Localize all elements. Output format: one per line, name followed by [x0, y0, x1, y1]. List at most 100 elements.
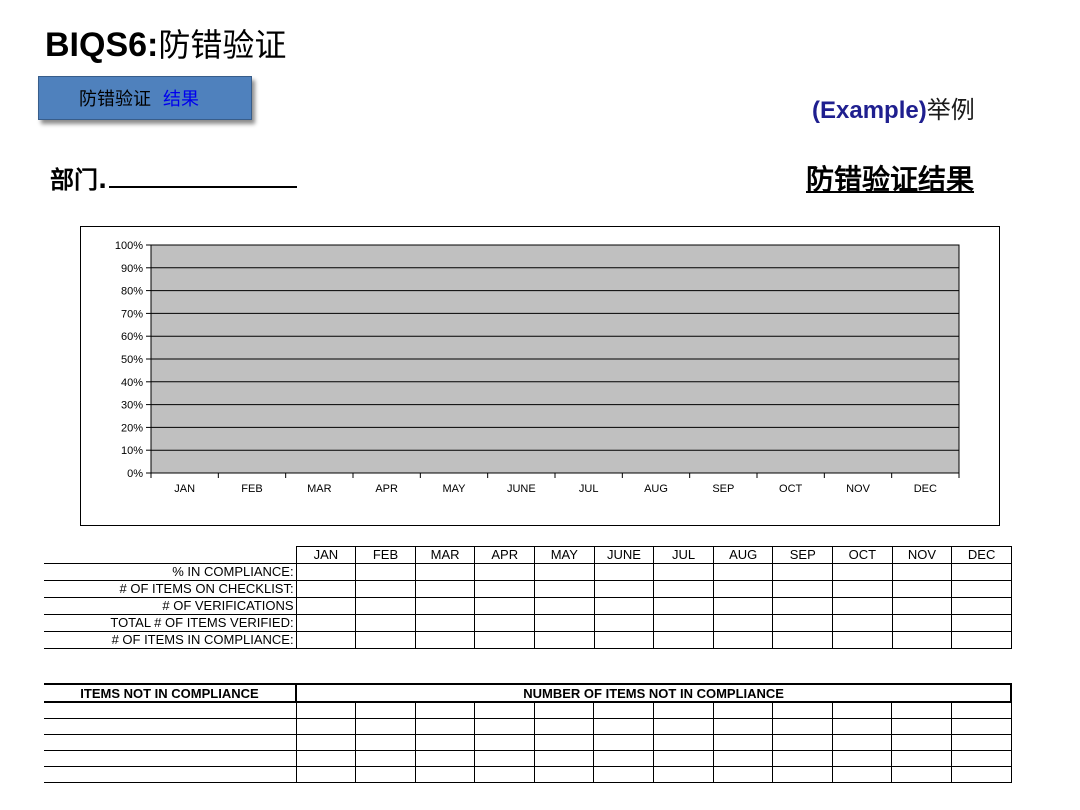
table-cell[interactable] — [295, 563, 357, 581]
table-cell[interactable] — [295, 717, 357, 735]
table-cell[interactable] — [653, 563, 714, 581]
table-cell[interactable] — [355, 563, 416, 581]
table-cell[interactable] — [414, 749, 476, 767]
table-cell[interactable] — [891, 563, 953, 581]
table-cell[interactable] — [712, 631, 774, 649]
table-cell[interactable] — [474, 717, 535, 735]
table-cell[interactable] — [772, 597, 834, 615]
table-cell[interactable] — [951, 717, 1012, 735]
table-cell[interactable] — [593, 765, 655, 783]
table-cell[interactable] — [951, 563, 1012, 581]
table-cell[interactable] — [772, 733, 833, 751]
table-cell[interactable] — [891, 717, 953, 735]
table-cell[interactable] — [355, 733, 416, 751]
table-cell[interactable] — [891, 597, 953, 615]
table-cell[interactable] — [295, 614, 357, 632]
table-cell[interactable] — [653, 580, 714, 598]
table-cell[interactable] — [653, 749, 714, 767]
table-cell[interactable] — [355, 749, 416, 767]
table-cell[interactable] — [712, 701, 774, 719]
table-cell[interactable] — [951, 733, 1012, 751]
table-cell[interactable] — [593, 733, 655, 751]
table-cell[interactable] — [712, 597, 774, 615]
table-cell[interactable] — [534, 614, 595, 632]
table-cell[interactable] — [533, 733, 595, 751]
table-cell[interactable] — [712, 563, 774, 581]
table-cell[interactable] — [832, 614, 893, 632]
table-cell[interactable] — [653, 614, 714, 632]
table-cell[interactable] — [474, 580, 536, 598]
table-cell[interactable] — [355, 597, 416, 615]
item-cell[interactable] — [44, 733, 297, 751]
table-cell[interactable] — [951, 749, 1012, 767]
table-cell[interactable] — [653, 765, 714, 783]
table-cell[interactable] — [295, 749, 357, 767]
table-cell[interactable] — [593, 580, 655, 598]
table-cell[interactable] — [295, 597, 357, 615]
table-cell[interactable] — [593, 631, 655, 649]
table-cell[interactable] — [831, 749, 893, 767]
table-cell[interactable] — [533, 749, 595, 767]
table-cell[interactable] — [772, 701, 833, 719]
table-cell[interactable] — [653, 597, 714, 615]
table-cell[interactable] — [712, 717, 774, 735]
table-cell[interactable] — [533, 701, 595, 719]
table-cell[interactable] — [593, 701, 655, 719]
table-cell[interactable] — [891, 631, 953, 649]
table-cell[interactable] — [474, 597, 536, 615]
table-cell[interactable] — [951, 614, 1012, 632]
table-cell[interactable] — [414, 597, 476, 615]
table-cell[interactable] — [712, 580, 774, 598]
table-cell[interactable] — [712, 733, 774, 751]
table-cell[interactable] — [891, 765, 953, 783]
table-cell[interactable] — [414, 765, 476, 783]
table-cell[interactable] — [951, 580, 1012, 598]
table-cell[interactable] — [474, 749, 535, 767]
table-cell[interactable] — [712, 749, 774, 767]
table-cell[interactable] — [355, 631, 416, 649]
table-cell[interactable] — [474, 733, 535, 751]
table-cell[interactable] — [593, 597, 655, 615]
table-cell[interactable] — [831, 733, 893, 751]
table-cell[interactable] — [474, 563, 536, 581]
table-cell[interactable] — [832, 580, 893, 598]
table-cell[interactable] — [355, 765, 416, 783]
table-cell[interactable] — [355, 701, 416, 719]
item-cell[interactable] — [44, 749, 297, 767]
item-cell[interactable] — [44, 717, 297, 735]
table-cell[interactable] — [534, 597, 595, 615]
table-cell[interactable] — [533, 717, 595, 735]
table-cell[interactable] — [653, 631, 714, 649]
table-cell[interactable] — [891, 614, 953, 632]
table-cell[interactable] — [653, 733, 714, 751]
table-cell[interactable] — [593, 717, 655, 735]
table-cell[interactable] — [414, 631, 476, 649]
table-cell[interactable] — [831, 701, 893, 719]
table-cell[interactable] — [534, 563, 595, 581]
table-cell[interactable] — [712, 765, 774, 783]
table-cell[interactable] — [951, 701, 1012, 719]
table-cell[interactable] — [534, 580, 595, 598]
table-cell[interactable] — [951, 631, 1012, 649]
table-cell[interactable] — [832, 631, 893, 649]
table-cell[interactable] — [474, 765, 535, 783]
table-cell[interactable] — [891, 733, 953, 751]
table-cell[interactable] — [593, 749, 655, 767]
table-cell[interactable] — [951, 597, 1012, 615]
table-cell[interactable] — [712, 614, 774, 632]
table-cell[interactable] — [772, 717, 833, 735]
table-cell[interactable] — [474, 701, 535, 719]
table-cell[interactable] — [414, 701, 476, 719]
table-cell[interactable] — [295, 631, 357, 649]
table-cell[interactable] — [474, 614, 536, 632]
table-cell[interactable] — [653, 701, 714, 719]
table-cell[interactable] — [295, 701, 357, 719]
table-cell[interactable] — [831, 765, 893, 783]
table-cell[interactable] — [474, 631, 536, 649]
table-cell[interactable] — [533, 765, 595, 783]
table-cell[interactable] — [295, 580, 357, 598]
table-cell[interactable] — [593, 563, 655, 581]
table-cell[interactable] — [355, 614, 416, 632]
table-cell[interactable] — [772, 563, 834, 581]
table-cell[interactable] — [355, 717, 416, 735]
